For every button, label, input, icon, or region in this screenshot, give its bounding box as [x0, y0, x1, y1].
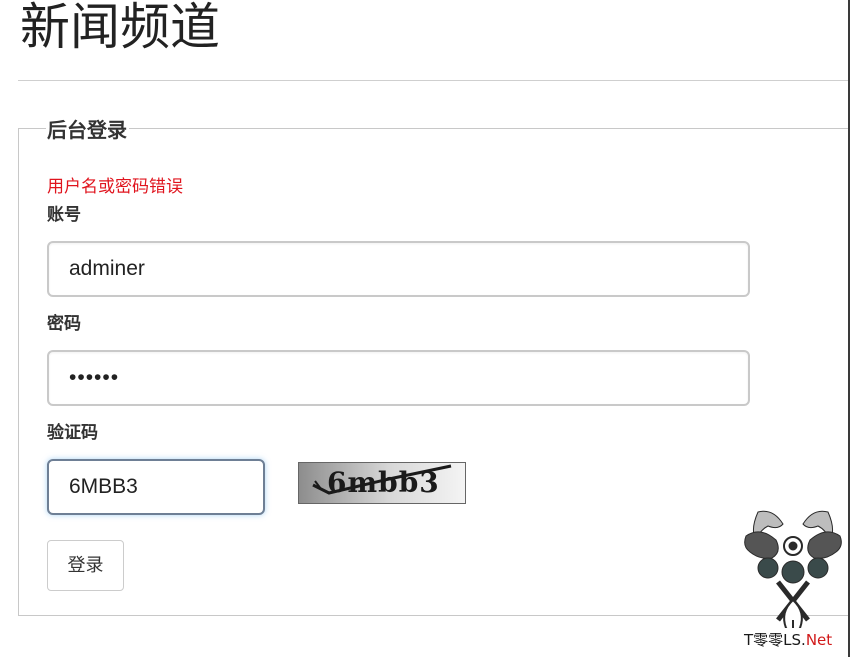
captcha-input[interactable]: 6MBB3 [47, 459, 265, 515]
captcha-image[interactable]: 6mbb3 [298, 462, 466, 504]
error-message: 用户名或密码错误 [47, 177, 183, 197]
captcha-label: 验证码 [47, 423, 98, 443]
watermark-text-suffix: Net [805, 631, 833, 649]
title-divider [18, 80, 848, 81]
password-label: 密码 [47, 314, 81, 334]
page-title: 新闻频道 [20, 0, 220, 56]
watermark-text-prefix: T零零LS. [744, 631, 806, 649]
login-legend: 后台登录 [46, 116, 129, 144]
login-button[interactable]: 登录 [47, 540, 124, 591]
page: 新闻频道 后台登录 用户名或密码错误 账号 adminer 密码 •••••• … [0, 0, 850, 657]
username-input[interactable]: adminer [47, 241, 750, 297]
username-label: 账号 [47, 205, 81, 225]
watermark-text: T零零LS.Net [744, 628, 833, 652]
captcha-noise-line [312, 464, 452, 495]
password-input[interactable]: •••••• [47, 350, 750, 406]
